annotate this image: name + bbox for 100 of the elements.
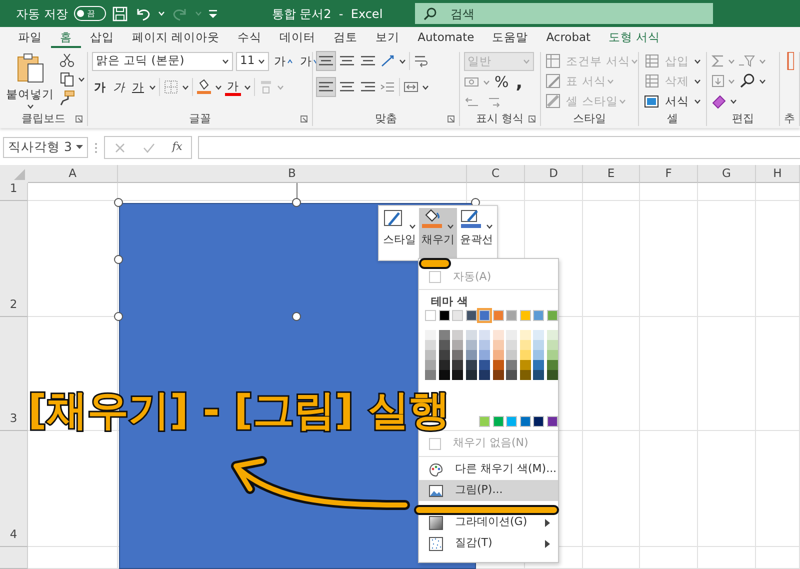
color-swatch[interactable] [533,340,544,350]
color-swatch[interactable] [520,360,530,370]
color-swatch[interactable] [479,330,490,340]
shape-fill-button[interactable]: 채우기 [419,208,457,258]
wrap-text-icon[interactable] [413,53,429,69]
caret-icon[interactable] [26,104,34,109]
color-swatch[interactable] [452,330,463,340]
caret-icon[interactable] [78,76,85,82]
insert-function-button[interactable]: fx [172,139,182,156]
row-header[interactable]: 4 [0,431,28,547]
grow-font-button[interactable]: 가 [272,52,295,70]
conditional-format-icon[interactable] [545,53,562,69]
color-swatch[interactable] [506,310,517,321]
menu-item[interactable]: 질감(T) [419,533,558,554]
align-top-icon[interactable] [317,52,335,70]
font-color-button[interactable]: 가 [225,78,241,96]
caret-icon[interactable] [447,224,454,229]
column-header[interactable]: D [525,165,583,183]
caret-icon[interactable] [182,84,189,90]
column-header[interactable]: G [698,165,756,183]
color-swatch[interactable] [492,370,504,380]
color-swatch[interactable] [438,340,450,350]
name-box[interactable]: 직사각형 3 [3,137,88,158]
caret-icon[interactable] [694,58,702,64]
color-swatch[interactable] [466,360,476,370]
scissors-icon[interactable] [59,52,75,68]
color-swatch[interactable] [546,416,558,427]
underline-button[interactable]: 가 [130,78,146,96]
sum-icon[interactable] [711,53,726,69]
ribbon-tab[interactable]: 도형 서식 [600,27,670,48]
color-swatch[interactable] [492,350,504,360]
cancel-icon[interactable] [114,142,126,154]
color-swatch[interactable] [425,310,436,321]
color-swatch[interactable] [520,416,530,427]
caret-icon[interactable] [409,224,416,229]
color-swatch[interactable] [533,416,544,427]
color-swatch[interactable] [546,330,558,340]
row-header[interactable] [0,547,28,569]
italic-button[interactable]: 가 [111,78,127,96]
color-swatch[interactable] [479,370,490,380]
menu-item[interactable]: 그라데이션(G) [419,512,558,533]
color-swatch[interactable] [492,340,504,350]
color-swatch[interactable] [425,340,436,350]
color-swatch[interactable] [533,310,544,321]
caret-icon[interactable] [422,84,429,90]
ribbon-tab[interactable]: Acrobat [537,27,600,48]
color-swatch[interactable] [546,370,558,380]
insert-cells-icon[interactable] [643,53,660,69]
column-header[interactable]: A [28,165,118,183]
column-header[interactable]: E [583,165,640,183]
color-swatch[interactable] [452,350,463,360]
comma-style-button[interactable]: , [514,73,525,91]
caret-icon[interactable] [694,78,702,84]
search-icon[interactable] [738,73,756,89]
caret-icon[interactable] [759,78,766,84]
row-header[interactable]: 2 [0,201,28,317]
ribbon-tab[interactable]: 도움말 [483,27,538,48]
dialog-launcher-icon[interactable] [528,115,536,124]
color-swatch[interactable] [479,360,490,370]
color-swatch[interactable] [425,330,436,340]
color-swatch[interactable] [533,370,544,380]
color-swatch[interactable] [546,310,558,321]
enter-icon[interactable] [142,142,155,154]
table-format-icon[interactable] [545,73,562,89]
caret-icon[interactable] [258,58,265,64]
font-name-dropdown[interactable]: 맑은 고딕 (본문) [92,52,233,70]
paintbrush-icon[interactable] [59,90,75,106]
save-icon[interactable] [112,6,128,22]
caret-icon[interactable] [694,98,702,104]
bold-button[interactable]: 가 [92,78,108,96]
text-orientation-icon[interactable] [380,53,396,69]
color-swatch[interactable] [492,330,504,340]
dialog-launcher-icon[interactable] [75,115,83,124]
caret-icon[interactable] [244,84,251,90]
ribbon-tab[interactable]: 페이지 레이아웃 [123,27,229,48]
row-header[interactable]: 3 [0,317,28,431]
color-swatch[interactable] [506,330,517,340]
row-header[interactable]: 1 [0,183,28,201]
ribbon-tab[interactable]: 검토 [324,27,367,48]
percent-button[interactable]: % [492,73,511,91]
formula-input[interactable] [198,136,800,159]
ribbon-tab[interactable]: 삽입 [81,27,123,48]
color-swatch[interactable] [452,340,463,350]
font-size-dropdown[interactable]: 11 [236,52,269,70]
ribbon-tab[interactable]: Automate [408,27,484,48]
ribbon-tab[interactable]: 보기 [366,27,409,48]
ribbon-tab[interactable]: 홈 [51,27,81,48]
color-swatch[interactable] [533,360,544,370]
color-swatch[interactable] [438,310,450,321]
caret-icon[interactable] [149,84,156,90]
color-swatch[interactable] [438,350,450,360]
ribbon-tab[interactable]: 수식 [228,27,271,48]
menu-item[interactable]: 그림(P)... [419,480,558,501]
color-swatch[interactable] [452,360,463,370]
fill-color-icon[interactable] [196,79,212,95]
cells-menu-button[interactable]: 서식 [663,92,692,110]
eraser-icon[interactable] [711,93,728,109]
caret-icon[interactable] [399,58,406,64]
color-swatch[interactable] [425,350,436,360]
color-swatch[interactable] [425,370,436,380]
